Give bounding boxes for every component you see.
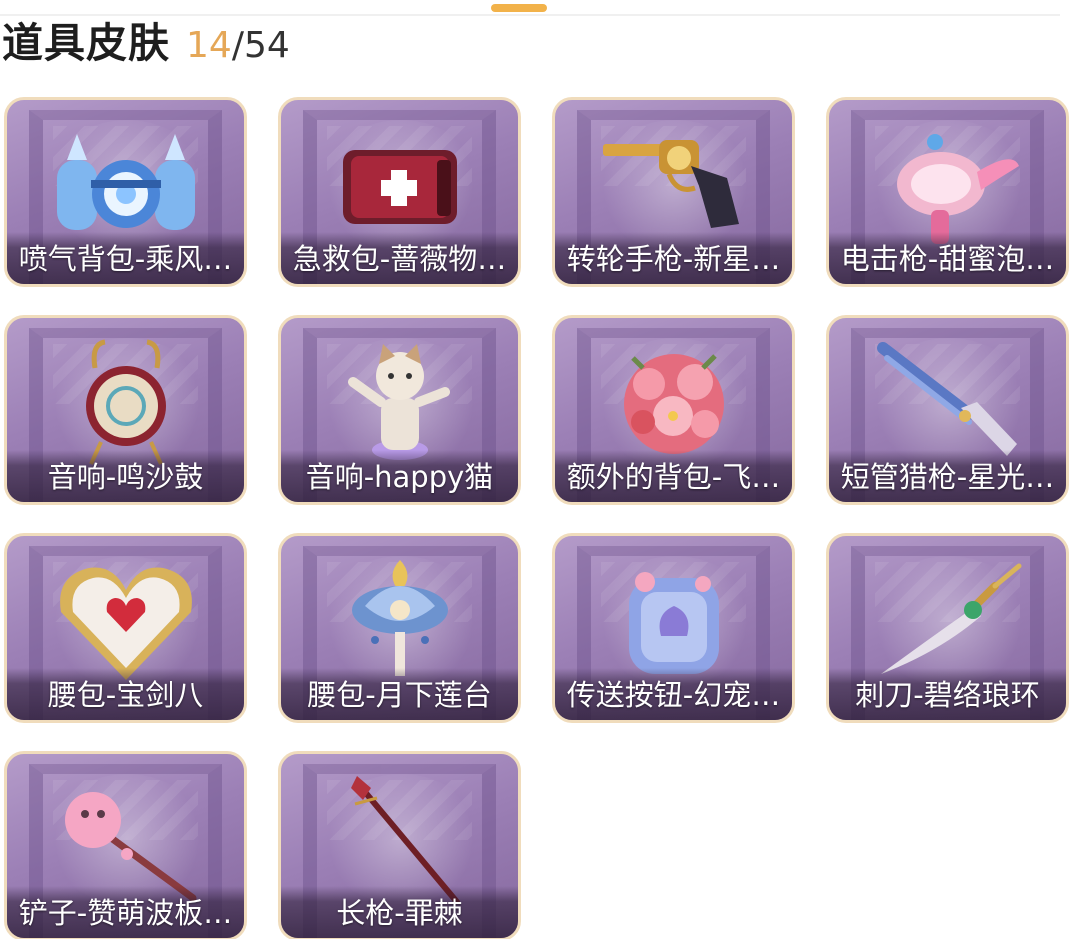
collection-count: 14/54 [186,21,290,71]
skin-name: 腰包-宝剑八 [47,678,204,712]
skin-card[interactable]: 腰包-宝剑八 [4,533,247,723]
flower-backpack-icon [623,354,724,454]
skin-name: 转轮手枪-新星… [566,242,781,276]
skin-card[interactable]: 长枪-罪棘 [278,751,521,939]
skin-name: 音响-鸣沙鼓 [47,460,204,494]
sheet-top-divider [0,14,1060,16]
section-header: 道具皮肤 14/54 [2,18,290,68]
sheet-drag-handle[interactable] [491,4,547,12]
heart-waist-pack-icon [59,567,192,680]
skin-name: 额外的背包-飞… [566,460,781,494]
skin-name: 电击枪-甜蜜泡… [840,242,1055,276]
lotus-waist-pack-icon [351,560,448,676]
cat-speaker-icon [347,344,450,460]
skin-card[interactable]: 刺刀-碧络琅环 [826,533,1069,723]
skin-card[interactable]: 额外的背包-飞… [552,315,795,505]
count-separator: / [231,25,244,66]
section-title: 道具皮肤 [2,19,170,67]
skin-card[interactable]: 急救包-蔷薇物… [278,97,521,287]
revolver-icon [602,140,739,228]
spear-icon [350,776,460,904]
jetpack-icon [56,134,195,230]
skin-name: 短管猎枪-星光… [840,460,1055,494]
skin-card[interactable]: 铲子-赞萌波板… [4,751,247,939]
stun-gun-icon [896,134,1019,244]
skin-card[interactable]: 传送按钮-幻宠… [552,533,795,723]
skin-name: 铲子-赞萌波板… [18,896,233,930]
skin-card[interactable]: 腰包-月下莲台 [278,533,521,723]
first-aid-kit-icon [342,150,457,224]
skin-name: 音响-happy猫 [305,460,494,494]
skin-card[interactable]: 短管猎枪-星光… [826,315,1069,505]
skin-name: 刺刀-碧络琅环 [855,678,1040,712]
skin-name: 长枪-罪棘 [336,896,463,930]
teleport-button-icon [628,572,719,674]
skin-card[interactable]: 转轮手枪-新星… [552,97,795,287]
skin-name: 传送按钮-幻宠… [566,678,781,712]
skin-name: 腰包-月下莲台 [307,678,492,712]
skin-grid: 喷气背包-乘风… 急救包-蔷薇物… 转轮手枪-新星… 电击枪-甜蜜泡… 音响-鸣… [4,97,1069,939]
shovel-icon [64,792,196,902]
skin-name: 急救包-蔷薇物… [292,242,507,276]
skin-card[interactable]: 喷气背包-乘风… [4,97,247,287]
dagger-icon [880,563,1021,674]
skin-card[interactable]: 电击枪-甜蜜泡… [826,97,1069,287]
skin-card[interactable]: 音响-happy猫 [278,315,521,505]
skin-card[interactable]: 音响-鸣沙鼓 [4,315,247,505]
drum-speaker-icon [85,339,166,465]
owned-count: 14 [186,25,232,66]
shotgun-icon [876,342,1017,456]
total-count: 54 [243,25,290,66]
skin-name: 喷气背包-乘风… [18,242,233,276]
